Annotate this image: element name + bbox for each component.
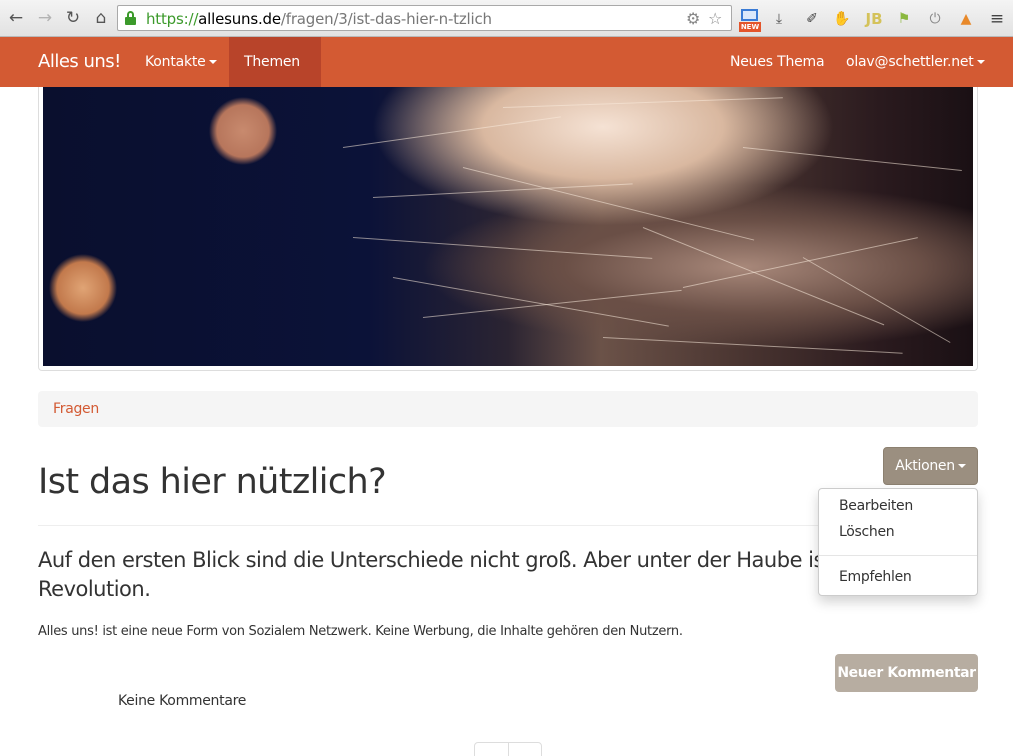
- nav-user-menu[interactable]: olav@schettler.net: [831, 37, 1000, 87]
- menu-divider: [819, 555, 977, 556]
- pagination-separator: [508, 743, 509, 756]
- banner-image: [43, 87, 973, 366]
- no-comments-text: Keine Kommentare: [118, 693, 247, 709]
- flame-icon[interactable]: ▲: [956, 9, 976, 29]
- download-icon[interactable]: ⤓: [769, 9, 789, 29]
- menu-icon[interactable]: ≡: [987, 9, 1007, 29]
- page-title: Ist das hier nützlich?: [38, 462, 387, 502]
- settings-gear-icon[interactable]: ⚙: [686, 9, 700, 28]
- reload-icon[interactable]: ↻: [63, 8, 83, 28]
- back-icon[interactable]: ←: [6, 8, 26, 28]
- new-comment-button[interactable]: Neuer Kommentar: [835, 654, 978, 692]
- article-description: Alles uns! ist eine neue Form von Sozial…: [38, 624, 683, 639]
- brand-logo[interactable]: Alles uns!: [38, 51, 121, 72]
- caret-down-icon: [957, 464, 966, 468]
- nav-neues-thema-label: Neues Thema: [730, 54, 825, 70]
- menu-item-empfehlen[interactable]: Empfehlen: [839, 569, 912, 585]
- jetbrains-icon[interactable]: JB: [864, 9, 884, 29]
- browser-toolbar: ← → ↻ ⌂ https://allesuns.de/fragen/3/ist…: [0, 0, 1013, 37]
- url-scheme: https://: [146, 10, 199, 28]
- nav-neues-thema[interactable]: Neues Thema: [715, 37, 839, 87]
- aktionen-button[interactable]: Aktionen: [883, 447, 978, 485]
- address-bar[interactable]: https://allesuns.de/fragen/3/ist-das-hie…: [117, 5, 732, 31]
- lock-icon: [125, 11, 136, 25]
- user-email: olav@schettler.net: [846, 54, 974, 70]
- caret-down-icon: [976, 60, 985, 64]
- menu-item-bearbeiten[interactable]: Bearbeiten: [839, 498, 913, 514]
- pagination: [474, 742, 542, 756]
- site-navbar: Alles uns! Kontakte Themen Neues Thema o…: [0, 37, 1013, 114]
- menu-item-loeschen[interactable]: Löschen: [839, 524, 895, 540]
- aktionen-label: Aktionen: [895, 458, 955, 474]
- url-path: /fragen/3/ist-das-hier-n-tzlich: [280, 10, 492, 28]
- banner-frame: [38, 87, 978, 371]
- eyedropper-icon[interactable]: ✐: [802, 9, 822, 29]
- caret-down-icon: [208, 60, 217, 64]
- nav-kontakte[interactable]: Kontakte: [130, 37, 232, 87]
- bookmark-star-icon[interactable]: ☆: [708, 9, 722, 28]
- nav-themen[interactable]: Themen: [229, 37, 321, 114]
- aktionen-dropdown: Bearbeiten Löschen Empfehlen: [818, 488, 978, 596]
- home-icon[interactable]: ⌂: [91, 8, 111, 28]
- android-icon[interactable]: ⚑: [894, 9, 914, 29]
- new-extension-icon[interactable]: NEW: [739, 7, 761, 33]
- url-text[interactable]: https://allesuns.de/fragen/3/ist-das-hie…: [146, 10, 492, 28]
- new-badge: NEW: [739, 22, 761, 32]
- breadcrumb: Fragen: [38, 391, 978, 427]
- url-host: allesuns.de: [198, 10, 281, 28]
- forward-icon[interactable]: →: [35, 8, 55, 28]
- power-icon[interactable]: ⏻: [925, 9, 945, 29]
- nav-themen-label: Themen: [244, 54, 300, 70]
- breadcrumb-fragen[interactable]: Fragen: [53, 401, 99, 417]
- evernote-icon[interactable]: ✋: [832, 9, 852, 29]
- nav-kontakte-label: Kontakte: [145, 54, 206, 70]
